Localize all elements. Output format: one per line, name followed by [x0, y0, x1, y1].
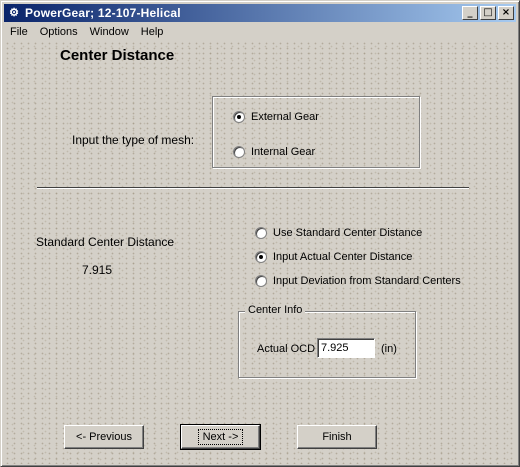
menu-file[interactable]: File: [4, 26, 34, 38]
next-button-label: Next ->: [197, 429, 244, 445]
page-title: Center Distance: [60, 47, 175, 64]
standard-center-distance-value: 7.915: [82, 263, 113, 277]
title-bar[interactable]: ⚙ PowerGear; 12-107-Helical _ □ ×: [4, 4, 516, 22]
app-window: ⚙ PowerGear; 12-107-Helical _ □ × File O…: [0, 0, 520, 467]
menu-options[interactable]: Options: [34, 26, 84, 38]
radio-internal-gear[interactable]: Internal Gear: [233, 146, 315, 158]
finish-button[interactable]: Finish: [297, 425, 377, 449]
menu-bar: File Options Window Help: [4, 23, 169, 41]
maximize-button[interactable]: □: [480, 6, 496, 20]
radio-use-standard[interactable]: Use Standard Center Distance: [255, 227, 422, 239]
radio-input-deviation[interactable]: Input Deviation from Standard Centers: [255, 275, 461, 287]
actual-ocd-label: Actual OCD: [257, 343, 316, 355]
radio-internal-gear-label: Internal Gear: [251, 146, 316, 158]
next-button[interactable]: Next ->: [180, 424, 261, 450]
mesh-type-group: External Gear Internal Gear: [212, 96, 420, 168]
previous-button[interactable]: <- Previous: [64, 425, 144, 449]
app-gear-icon: ⚙: [9, 7, 19, 19]
previous-button-label: <- Previous: [76, 431, 132, 443]
finish-button-label: Finish: [322, 431, 352, 443]
radio-internal-gear-control[interactable]: [233, 146, 245, 158]
radio-use-standard-label: Use Standard Center Distance: [273, 227, 423, 239]
radio-input-deviation-label: Input Deviation from Standard Centers: [273, 275, 461, 287]
minimize-button[interactable]: _: [462, 6, 478, 20]
radio-input-deviation-control[interactable]: [255, 275, 267, 287]
mesh-type-label: Input the type of mesh:: [72, 133, 195, 147]
close-button[interactable]: ×: [498, 6, 514, 20]
actual-ocd-unit: (in): [381, 343, 397, 355]
standard-center-distance-label: Standard Center Distance: [36, 235, 175, 249]
radio-use-standard-control[interactable]: [255, 227, 267, 239]
radio-external-gear[interactable]: External Gear: [233, 111, 319, 123]
radio-input-actual-control[interactable]: [255, 251, 267, 263]
window-title: PowerGear; 12-107-Helical: [25, 6, 181, 20]
section-divider: [37, 187, 469, 189]
client-area: Center Distance Input the type of mesh: …: [4, 41, 516, 464]
menu-window[interactable]: Window: [84, 26, 135, 38]
radio-input-actual[interactable]: Input Actual Center Distance: [255, 251, 412, 263]
window-controls: _ □ ×: [460, 6, 514, 20]
radio-external-gear-control[interactable]: [233, 111, 245, 123]
center-info-group: Center Info Actual OCD (in): [238, 304, 416, 378]
radio-external-gear-label: External Gear: [251, 111, 319, 123]
actual-ocd-input[interactable]: [317, 338, 375, 358]
center-info-title: Center Info: [245, 304, 306, 316]
radio-input-actual-label: Input Actual Center Distance: [273, 251, 413, 263]
menu-help[interactable]: Help: [135, 26, 170, 38]
